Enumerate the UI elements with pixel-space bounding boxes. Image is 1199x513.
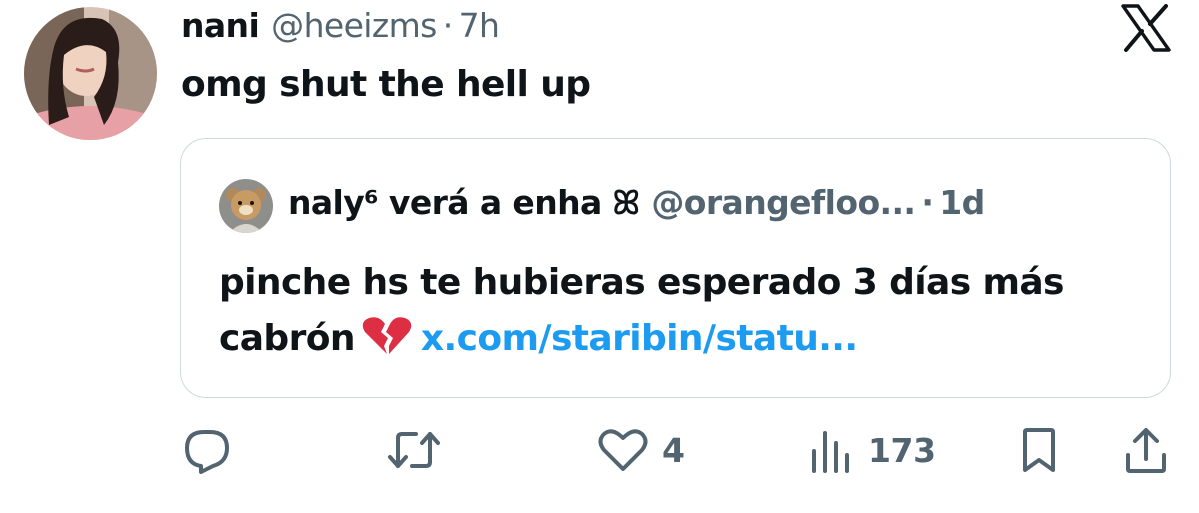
quoted-tweet-card[interactable]: naly⁶ verá a enha ꕤ @orangefloo... · 1d … (180, 138, 1171, 398)
quoted-text-word: cabrón (219, 318, 356, 359)
tweet-timestamp[interactable]: 7h (459, 6, 500, 45)
like-count: 4 (662, 430, 685, 470)
broken-heart-emoji (361, 316, 413, 356)
quoted-tweet-timestamp: 1d (939, 183, 985, 222)
views-button[interactable]: 173 (810, 420, 936, 480)
like-button[interactable]: 4 (598, 420, 685, 480)
retweet-icon (386, 426, 442, 474)
author-handle[interactable]: @heeizms (271, 6, 437, 45)
quoted-text-line-2: cabrón x.com/staribin/statu... (219, 311, 1159, 367)
tweet-header: nani @heeizms · 7h (181, 6, 500, 48)
tweet-actions-bar: 4 173 (0, 420, 1199, 480)
bookmark-icon (1017, 426, 1061, 474)
quoted-author-avatar (219, 179, 273, 233)
quoted-text-line-1: pinche hs te hubieras esperado 3 días má… (219, 262, 1064, 303)
quoted-tweet-text: pinche hs te hubieras esperado 3 días má… (219, 255, 1159, 367)
separator-dot: · (921, 183, 934, 222)
quoted-author-name: naly⁶ verá a enha ꕤ (288, 183, 640, 222)
like-icon (598, 427, 648, 473)
author-avatar[interactable] (24, 7, 157, 140)
reply-icon (183, 426, 231, 474)
x-logo-icon (1121, 4, 1171, 52)
quoted-tweet-link[interactable]: x.com/staribin/statu... (421, 318, 858, 359)
tweet-text: omg shut the hell up (181, 64, 591, 105)
views-icon (810, 427, 854, 473)
bookmark-button[interactable] (1017, 420, 1061, 480)
reply-button[interactable] (183, 420, 231, 480)
quoted-tweet-header: naly⁶ verá a enha ꕤ @orangefloo... · 1d (288, 183, 985, 223)
author-name[interactable]: nani (181, 6, 260, 45)
share-icon (1122, 425, 1170, 475)
quoted-author-handle: @orangefloo... (651, 183, 916, 222)
retweet-button[interactable] (386, 420, 442, 480)
views-count: 173 (868, 430, 936, 470)
separator-dot: · (442, 6, 453, 45)
share-button[interactable] (1122, 420, 1170, 480)
